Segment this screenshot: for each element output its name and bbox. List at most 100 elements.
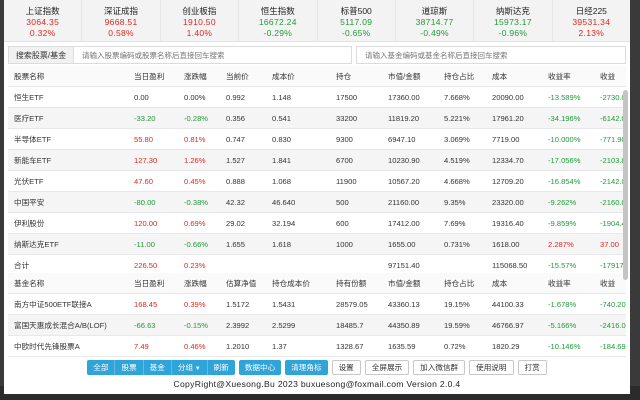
table-row[interactable]: 中欧时代先锋股票A 7.49 0.46% 1.2010 1.37 1328.67 1635.…: [8, 336, 626, 357]
column-header[interactable]: 持仓占比: [444, 273, 488, 294]
table-cell: 7.49: [134, 342, 149, 351]
table-header-row: 股票名称 当日盈利 涨跌幅 当前价 成本价 持仓 市值/金额 持仓占比 成本 收益率 收益: [8, 66, 626, 87]
table-row[interactable]: 中国平安 -80.00 -0.38% 42.32 46.640 500 21160.00 9.…: [8, 192, 626, 213]
column-header[interactable]: 成本: [492, 273, 544, 294]
index-item[interactable]: 日经225 39531.34 2.13%: [553, 0, 630, 41]
scrollbar[interactable]: [623, 90, 628, 280]
column-header[interactable]: 持仓占比: [444, 66, 488, 87]
stock-search-input[interactable]: [74, 46, 352, 64]
index-item[interactable]: 深证成指 9668.51 0.58%: [82, 0, 161, 41]
index-change: 2.13%: [578, 28, 605, 38]
row-name-cell: 中国平安: [14, 198, 45, 207]
table-row[interactable]: 恒生ETF 0.00 0.00% 0.992 1.148 17500 17360.00 7.6…: [8, 87, 626, 108]
table-cell: 0.00%: [184, 93, 206, 102]
table-row[interactable]: 富国天惠成长混合A/B(LOF) -66.63 -0.15% 2.3992 2.5299…: [8, 315, 626, 336]
table-cell: 1820.29: [492, 342, 520, 351]
column-header[interactable]: 持仓成本价: [272, 273, 334, 294]
table-cell: 47.60: [134, 177, 154, 186]
table-cell: -13.589%: [548, 93, 581, 102]
table-cell: 1655.00: [388, 240, 416, 249]
index-change: -0.49%: [420, 28, 449, 38]
table-row[interactable]: 新能车ETF 127.30 1.26% 1.527 1.841 6700 10230.90 4…: [8, 150, 626, 171]
table-row[interactable]: 纳斯达克ETF -11.00 -0.66% 1.655 1.618 1000 1655.00…: [8, 234, 626, 255]
column-header[interactable]: 当日盈利: [134, 273, 180, 294]
index-item[interactable]: 道琼斯 38714.77 -0.49%: [396, 0, 475, 41]
row-name-cell: 医疗ETF: [14, 114, 44, 123]
join-wechat-button[interactable]: 加入微信群: [413, 360, 466, 375]
table-cell: 23320.00: [492, 198, 524, 207]
table-cell: 46.640: [272, 198, 296, 207]
table-cell: -0.66%: [184, 240, 209, 249]
table-cell: -33.20: [134, 114, 156, 123]
button-label: 分组: [177, 363, 194, 372]
toolbar: 全部 股票 基金 分组 ▼ 刷新 数据中心 清理角标 设置 全屏展示 加入微信群 使用说…: [4, 360, 630, 375]
table-cell: 0.72%: [444, 342, 466, 351]
settings-button[interactable]: 设置: [331, 360, 361, 375]
index-value: 3064.35: [26, 17, 60, 27]
stock-filter-button[interactable]: 股票: [115, 360, 144, 375]
column-header[interactable]: 成本: [492, 66, 544, 87]
table-cell: -66.63: [134, 321, 156, 330]
table-cell: 19316.40: [492, 219, 524, 228]
index-item[interactable]: 恒生指数 16672.24 -0.29%: [239, 0, 318, 41]
table-cell: -740.20: [600, 300, 626, 309]
table-cell: 2.3992: [226, 321, 250, 330]
fullscreen-button[interactable]: 全屏展示: [364, 360, 410, 375]
column-header[interactable]: 当前价: [226, 66, 266, 87]
column-header[interactable]: 持仓: [336, 66, 382, 87]
index-value: 1910.50: [183, 17, 216, 27]
clear-badge-button[interactable]: 清理角标: [285, 360, 328, 375]
table-cell: 120.00: [134, 219, 158, 228]
refresh-button[interactable]: 刷新: [208, 360, 235, 375]
table-cell: 10230.90: [388, 156, 420, 165]
column-header[interactable]: 估算净值: [226, 273, 270, 294]
index-name: 标普500: [340, 6, 372, 16]
table-cell: 1000: [336, 240, 353, 249]
column-header[interactable]: 成本价: [272, 66, 330, 87]
fund-search-input[interactable]: [356, 46, 626, 64]
table-row[interactable]: 伊利股份 120.00 0.69% 29.02 32.194 600 17412.00 7.6…: [8, 213, 626, 234]
index-value: 39531.34: [572, 17, 611, 27]
table-cell: 1.618: [272, 240, 292, 249]
column-header[interactable]: 市值/金额: [388, 273, 442, 294]
search-row: 搜索股票/基金: [8, 46, 626, 64]
table-cell: 10567.20: [388, 177, 420, 186]
tip-button[interactable]: 打赏: [517, 360, 547, 375]
table-cell: 1.527: [226, 156, 246, 165]
table-row[interactable]: 半导体ETF 55.80 0.81% 0.747 0.830 9300 6947.10 3.0…: [8, 129, 626, 150]
index-item[interactable]: 创业板指 1910.50 1.40%: [161, 0, 240, 41]
table-row[interactable]: 光伏ETF 47.60 0.45% 0.888 1.068 11900 10567.20 4.…: [8, 171, 626, 192]
table-row[interactable]: 南方中证500ETF联接A 168.45 0.39% 1.5172 1.5431 2857…: [8, 294, 626, 315]
table-cell: -34.196%: [548, 114, 581, 123]
all-filter-button[interactable]: 全部: [87, 360, 116, 375]
column-header[interactable]: 股票名称: [14, 66, 128, 87]
column-header[interactable]: 当日盈利: [134, 66, 180, 87]
table-cell: 0.888: [226, 177, 246, 186]
column-header[interactable]: 收益: [600, 66, 630, 87]
table-cell: 0.00: [134, 93, 149, 102]
column-header[interactable]: 涨跌幅: [184, 66, 224, 87]
data-center-button[interactable]: 数据中心: [238, 360, 282, 375]
help-button[interactable]: 使用说明: [469, 360, 514, 375]
index-change: -0.29%: [263, 28, 293, 38]
table-cell: 168.45: [134, 300, 158, 309]
fund-filter-button[interactable]: 基金: [144, 360, 172, 375]
column-header[interactable]: 持有份额: [336, 273, 386, 294]
index-item[interactable]: 纳斯达克 15973.17 -0.96%: [474, 0, 553, 41]
group-dropdown-button[interactable]: 分组 ▼: [172, 360, 208, 375]
table-cell: 11900: [336, 177, 357, 186]
row-name-cell: 中欧时代先锋股票A: [14, 342, 80, 351]
table-row[interactable]: 医疗ETF -33.20 -0.28% 0.356 0.541 33200 11819.20…: [8, 108, 626, 129]
index-item[interactable]: 上证指数 3064.35 0.32%: [4, 0, 83, 41]
column-header[interactable]: 基金名称: [14, 273, 128, 294]
column-header[interactable]: 收益率: [548, 66, 598, 87]
column-header[interactable]: 收益率: [548, 273, 598, 294]
table-cell: 0.731%: [444, 240, 470, 249]
button-label: 刷新: [213, 363, 229, 372]
index-item[interactable]: 标普500 5117.09 -0.65%: [318, 0, 396, 41]
button-label: 基金: [149, 363, 165, 372]
column-header[interactable]: 涨跌幅: [184, 273, 224, 294]
table-cell: 4.668%: [444, 177, 470, 186]
table-cell: 500: [336, 198, 349, 207]
column-header[interactable]: 市值/金额: [388, 66, 444, 87]
